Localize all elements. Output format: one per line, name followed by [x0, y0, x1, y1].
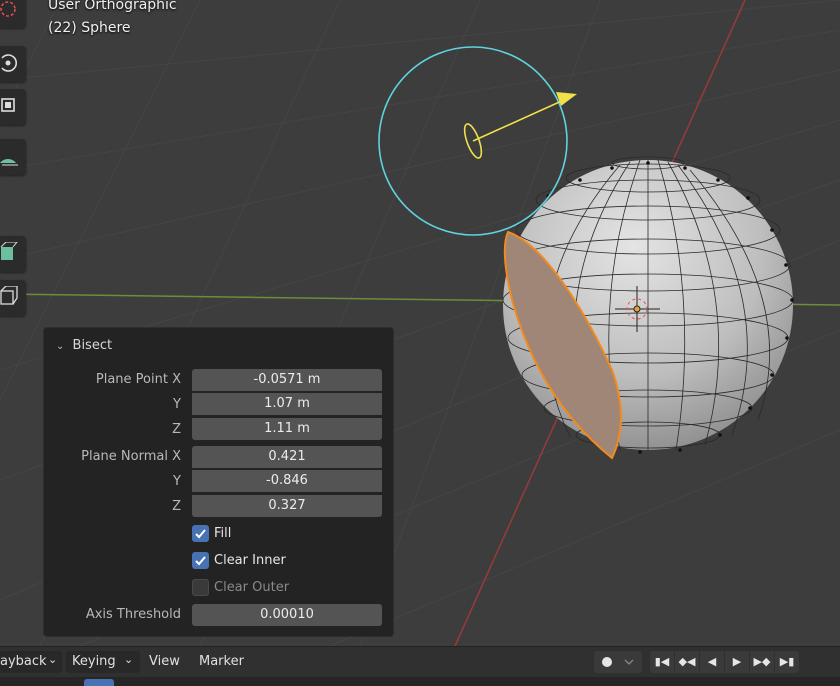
plane-point-x-label: Plane Point X — [95, 372, 181, 387]
play-reverse-icon: ◀ — [707, 655, 717, 668]
panel-header[interactable]: ⌄ Bisect — [56, 338, 112, 353]
clear-inner-label: Clear Inner — [214, 553, 286, 568]
plane-normal-x-field[interactable]: 0.421 — [192, 446, 382, 468]
playback-dropdown[interactable]: ayback ⌄ — [0, 651, 62, 673]
keying-dropdown[interactable]: Keying ⌄ — [66, 651, 140, 673]
jump-start-icon: ▮◀ — [654, 655, 670, 668]
jump-to-start-button[interactable]: ▮◀ — [650, 651, 674, 673]
playback-label: ayback — [0, 654, 47, 669]
prev-keyframe-icon: ◆◀ — [678, 655, 696, 668]
clear-inner-checkbox[interactable] — [192, 552, 209, 569]
rotate-tool-button[interactable] — [0, 46, 26, 82]
plane-point-y-label: Y — [173, 397, 181, 412]
view-name-label: User Orthographic — [48, 0, 177, 13]
cursor-icon — [0, 1, 16, 17]
cursor-tool-button[interactable] — [0, 0, 26, 28]
current-frame-indicator[interactable] — [84, 679, 114, 686]
prev-keyframe-button[interactable]: ◆◀ — [675, 651, 699, 673]
jump-to-end-button[interactable]: ▶▮ — [775, 651, 799, 673]
fill-checkbox[interactable] — [192, 525, 209, 542]
plane-normal-z-field[interactable]: 0.327 — [192, 495, 382, 517]
measure-icon — [0, 159, 18, 166]
marker-menu[interactable]: Marker — [199, 654, 244, 669]
sphere-mesh — [502, 156, 794, 460]
play-button[interactable]: ▶ — [725, 651, 749, 673]
rotate-icon — [1, 54, 17, 72]
chevron-down-icon: ⌄ — [56, 341, 65, 352]
fill-label: Fill — [214, 526, 232, 541]
clear-outer-checkbox[interactable] — [192, 579, 209, 596]
jump-end-icon: ▶▮ — [779, 655, 795, 668]
axis-threshold-label: Axis Threshold — [85, 607, 181, 622]
plane-point-y-field[interactable]: 1.07 m — [192, 393, 382, 415]
object-name-label: (22) Sphere — [48, 20, 131, 36]
next-keyframe-icon: ▶◆ — [753, 655, 771, 668]
timeline-frames-strip[interactable] — [0, 677, 840, 686]
next-keyframe-button[interactable]: ▶◆ — [750, 651, 774, 673]
record-icon — [602, 657, 634, 667]
timeline-header: ayback ⌄ Keying ⌄ View Marker ▮◀ ◆◀ ◀ ▶ … — [0, 646, 840, 677]
plane-normal-z-label: Z — [172, 499, 181, 514]
inset-tool-button[interactable] — [0, 280, 26, 316]
axis-threshold-field[interactable]: 0.00010 — [192, 604, 382, 626]
plane-normal-y-field[interactable]: -0.846 — [192, 470, 382, 492]
auto-keying-toggle[interactable] — [594, 651, 642, 673]
checkmark-icon — [195, 556, 206, 566]
scale-tool-button[interactable] — [0, 89, 26, 125]
cube-wire-icon — [0, 286, 18, 305]
plane-normal-y-label: Y — [173, 474, 181, 489]
chevron-down-icon: ⌄ — [124, 653, 134, 666]
view-menu[interactable]: View — [149, 654, 180, 669]
plane-point-z-label: Z — [172, 422, 181, 437]
scale-icon — [1, 98, 15, 112]
clear-outer-label: Clear Outer — [214, 580, 290, 595]
checkmark-icon — [195, 529, 206, 539]
add-cube-tool-button[interactable] — [0, 236, 26, 272]
bisect-operator-panel[interactable]: ⌄ Bisect Plane Point X -0.0571 m Y 1.07 … — [43, 327, 394, 637]
measure-tool-button[interactable] — [0, 139, 26, 175]
plane-point-x-field[interactable]: -0.0571 m — [192, 369, 382, 391]
play-icon: ▶ — [732, 655, 742, 668]
plane-normal-x-label: Plane Normal X — [81, 449, 181, 464]
keying-label: Keying — [72, 654, 116, 669]
panel-title: Bisect — [72, 338, 113, 353]
play-reverse-button[interactable]: ◀ — [700, 651, 724, 673]
plane-point-z-field[interactable]: 1.11 m — [192, 418, 382, 440]
cube-add-icon — [0, 242, 18, 260]
chevron-down-icon: ⌄ — [48, 653, 58, 666]
